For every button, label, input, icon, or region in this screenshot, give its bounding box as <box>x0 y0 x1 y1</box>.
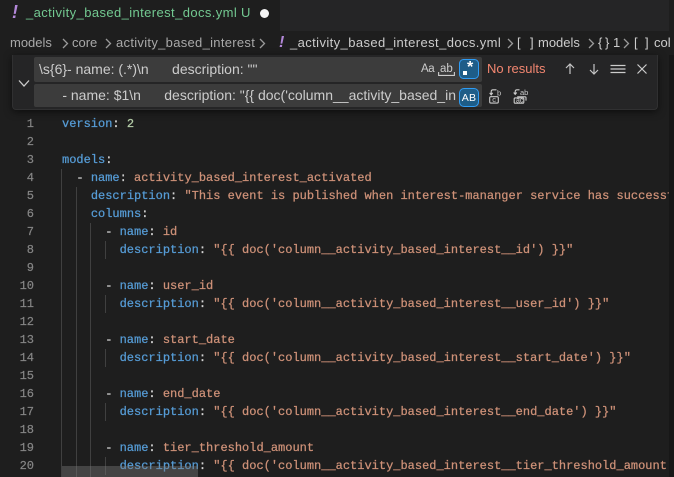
svg-text:b: b <box>497 88 501 97</box>
svg-text:ac: ac <box>516 97 524 104</box>
svg-text:c: c <box>492 95 496 104</box>
svg-text:ab: ab <box>520 88 528 97</box>
